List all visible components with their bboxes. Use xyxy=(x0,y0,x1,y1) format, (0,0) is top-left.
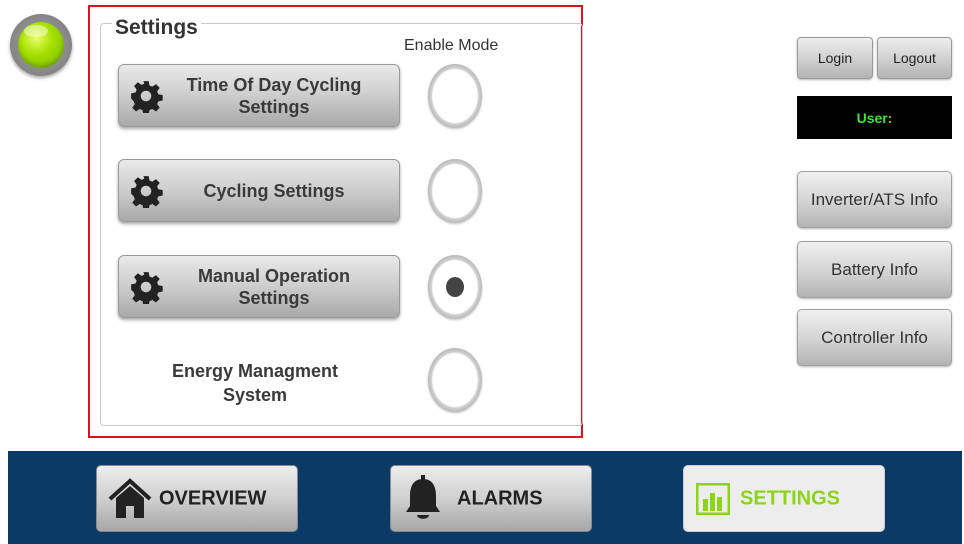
status-indicator xyxy=(10,14,72,76)
label-line-1: Time Of Day Cycling xyxy=(186,74,362,95)
time-of-day-cycling-enable-radio[interactable] xyxy=(428,64,482,128)
settings-label: SETTINGS xyxy=(740,487,841,509)
gear-icon xyxy=(131,175,163,208)
gear-icon xyxy=(131,80,163,113)
login-button[interactable]: Login xyxy=(797,37,873,79)
button-label: Cycling Settings xyxy=(159,180,389,202)
manual-operation-enable-radio[interactable] xyxy=(428,255,482,319)
energy-management-system-label: Energy Managment System xyxy=(130,359,380,407)
controller-info-button[interactable]: Controller Info xyxy=(797,309,952,366)
label-line-1: Energy Managment xyxy=(171,361,339,381)
overview-label: OVERVIEW xyxy=(159,487,267,509)
status-led-highlight xyxy=(24,25,48,37)
user-label: User: xyxy=(856,109,893,126)
settings-panel: Settings Enable Mode Time Of Day Cycling… xyxy=(88,5,583,438)
settings-title: Settings xyxy=(112,16,201,40)
alarms-label: ALARMS xyxy=(457,487,543,509)
radio-dot xyxy=(446,277,464,297)
time-of-day-cycling-settings-button[interactable]: Time Of Day Cycling Settings xyxy=(118,64,400,127)
alarms-nav-button[interactable]: ALARMS xyxy=(390,465,592,532)
button-label: Manual Operation Settings xyxy=(159,265,389,309)
settings-nav-button[interactable]: SETTINGS xyxy=(683,465,885,532)
home-icon xyxy=(108,478,152,518)
enable-mode-label: Enable Mode xyxy=(404,37,499,54)
overview-nav-button[interactable]: OVERVIEW xyxy=(96,465,298,532)
gear-icon xyxy=(131,271,163,304)
cycling-settings-button[interactable]: Cycling Settings xyxy=(118,159,400,222)
label-line-2: Settings xyxy=(238,96,310,117)
battery-info-button[interactable]: Battery Info xyxy=(797,241,952,298)
energy-management-enable-radio[interactable] xyxy=(428,348,482,412)
bell-icon xyxy=(406,475,440,519)
user-display: User: xyxy=(797,96,952,139)
label-line-2: System xyxy=(222,385,288,405)
label-line-1: Manual Operation xyxy=(197,265,350,286)
cycling-enable-radio[interactable] xyxy=(428,159,482,223)
bottom-navigation-bar: OVERVIEW ALARMS SETTINGS xyxy=(8,451,962,544)
label-line-2: Settings xyxy=(238,287,310,308)
button-label: Time Of Day Cycling Settings xyxy=(159,74,389,118)
label-line-1: Cycling Settings xyxy=(203,180,345,201)
manual-operation-settings-button[interactable]: Manual Operation Settings xyxy=(118,255,400,318)
inverter-ats-info-button[interactable]: Inverter/ATS Info xyxy=(797,171,952,228)
logout-button[interactable]: Logout xyxy=(877,37,952,79)
bar-chart-icon xyxy=(696,483,730,515)
